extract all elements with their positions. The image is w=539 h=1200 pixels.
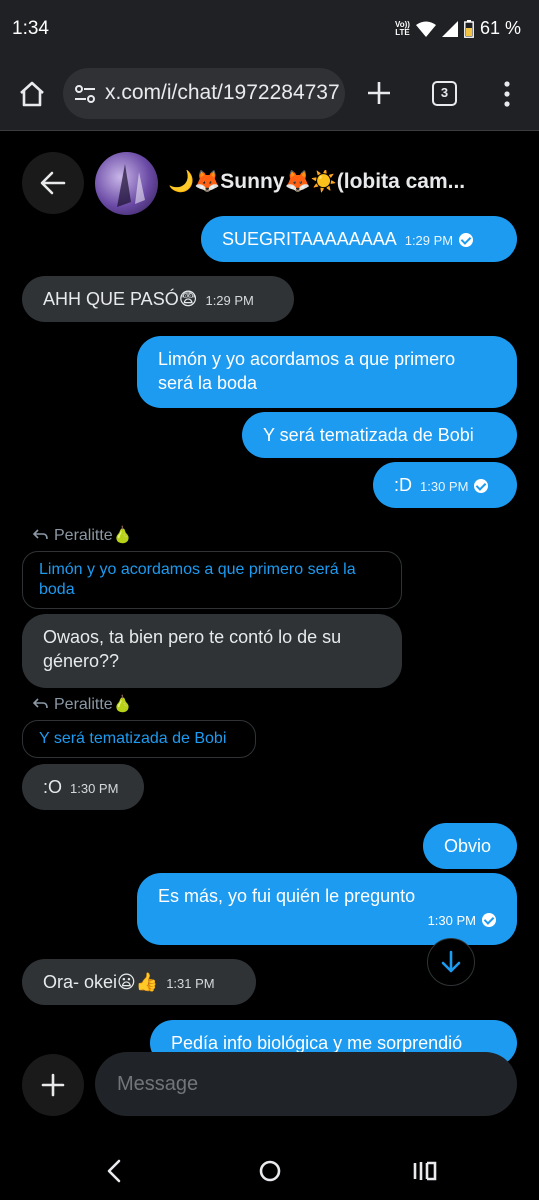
message-text: Owaos, ta bien pero te contó lo de su	[43, 627, 342, 647]
message-time: 1:30 PM	[420, 479, 469, 494]
status-time: 1:34	[12, 18, 49, 39]
message-text: :O	[43, 777, 63, 797]
message-text: Es más, yo fui quién le pregunto	[158, 886, 416, 906]
plus-icon	[41, 1073, 65, 1097]
message-time: 1:30 PM	[70, 781, 119, 796]
message-time: 1:29 PM	[205, 293, 254, 308]
message-text: SUEGRITAAAAAAAA	[222, 229, 397, 249]
message-bubble[interactable]: Owaos, ta bien pero te contó lo de su gé…	[22, 614, 402, 688]
message-time: 1:30 PM	[427, 913, 476, 928]
more-menu-icon[interactable]	[500, 80, 514, 108]
message-input[interactable]	[95, 1052, 517, 1116]
nav-recents-icon[interactable]	[410, 1156, 440, 1186]
wifi-icon	[415, 21, 436, 37]
message-bubble[interactable]: Es más, yo fui quién le pregunto 1:30 PM	[137, 873, 517, 945]
message-bubble[interactable]: Y será tematizada de Bobi	[242, 412, 517, 458]
read-check-icon	[459, 233, 474, 247]
reply-label: Peralitte🍐	[32, 525, 133, 545]
message-bubble[interactable]: Limón y yo acordamos a que primero será …	[137, 336, 517, 408]
status-icons: Vo)) LTE 61 %	[395, 18, 521, 39]
message-text: género??	[43, 651, 120, 671]
message-bubble[interactable]: Obvio	[423, 823, 517, 869]
reply-icon	[32, 698, 48, 709]
avatar[interactable]	[95, 152, 158, 215]
nav-back-icon[interactable]	[100, 1156, 130, 1186]
status-bar: 1:34 Vo)) LTE 61 %	[0, 0, 539, 58]
message-bubble[interactable]: :D 1:30 PM	[373, 462, 517, 508]
avatar-image	[117, 164, 145, 207]
message-bubble[interactable]: :O 1:30 PM	[22, 764, 144, 810]
message-time: 1:29 PM	[404, 233, 454, 248]
url-text: x.com/i/chat/1972284737	[105, 81, 340, 104]
read-check-icon	[482, 913, 496, 927]
message-text: :D	[394, 475, 412, 495]
site-settings-icon[interactable]	[73, 82, 97, 106]
reply-label: Peralitte🍐	[32, 694, 133, 714]
add-attachment-button[interactable]	[22, 1054, 84, 1116]
battery-percent: 61 %	[479, 18, 521, 38]
system-nav-bar	[0, 1136, 539, 1200]
signal-icon	[441, 20, 458, 37]
reply-quote[interactable]: Y será tematizada de Bobi	[22, 720, 256, 758]
message-text: será la boda	[158, 373, 258, 393]
nav-home-icon[interactable]	[255, 1156, 285, 1186]
message-text: Ora- okei😦👍	[43, 972, 159, 992]
message-text: Obvio	[444, 836, 492, 856]
home-icon[interactable]	[18, 80, 46, 108]
message-text: Limón y yo acordamos a que primero	[158, 349, 456, 369]
message-text: AHH QUE PASÓ😨	[43, 289, 198, 309]
reply-quote[interactable]: Limón y yo acordamos a que primero será …	[22, 551, 402, 609]
scroll-to-bottom-button[interactable]	[427, 938, 475, 986]
reply-icon	[32, 529, 48, 540]
new-tab-icon[interactable]	[366, 80, 392, 106]
message-text: Pedía info biológica y me sorprendió	[171, 1033, 463, 1053]
message-text: Y será tematizada de Bobi	[263, 425, 474, 445]
back-button[interactable]	[22, 152, 84, 214]
address-bar[interactable]: x.com/i/chat/1972284737	[63, 68, 345, 119]
battery-icon	[464, 19, 474, 38]
browser-toolbar: x.com/i/chat/1972284737 3	[0, 58, 539, 131]
tab-switcher-button[interactable]: 3	[432, 81, 457, 106]
message-bubble[interactable]: SUEGRITAAAAAAAA 1:29 PM	[201, 216, 517, 262]
message-time: 1:31 PM	[166, 976, 215, 991]
back-arrow-icon	[40, 171, 66, 195]
message-bubble[interactable]: Ora- okei😦👍 1:31 PM	[22, 959, 256, 1005]
chat-title[interactable]: 🌙🦊Sunny🦊☀️(lobita cam...	[168, 170, 488, 194]
read-check-icon	[474, 479, 489, 493]
volte-icon: Vo)) LTE	[395, 19, 410, 37]
message-bubble[interactable]: AHH QUE PASÓ😨 1:29 PM	[22, 276, 294, 322]
arrow-down-icon	[441, 950, 461, 973]
